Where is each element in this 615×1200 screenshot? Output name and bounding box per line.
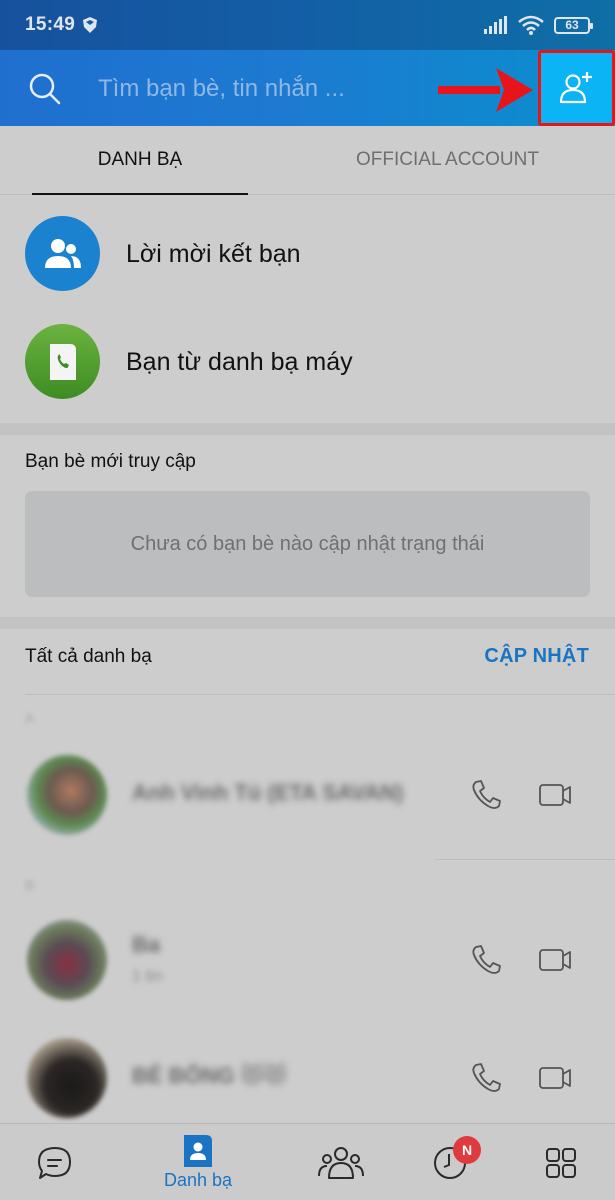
avatar [27, 755, 107, 835]
status-bar: 15:49 63 [0, 0, 615, 50]
nav-contacts-label: Danh bạ [163, 1169, 233, 1190]
tab-bar: DANH BẠ OFFICIAL ACCOUNT [0, 126, 615, 195]
recent-friends-empty-state: Chưa có bạn bè nào cập nhật trạng thái [25, 491, 590, 597]
nav-timeline[interactable]: N [405, 1124, 495, 1200]
search-header [0, 50, 615, 126]
all-contacts-title: Tất cả danh bạ [25, 646, 152, 667]
active-tab-indicator [32, 193, 248, 195]
phone-contacts-row[interactable]: Bạn từ danh bạ máy [0, 308, 615, 416]
grid-icon [546, 1147, 576, 1178]
phone-call-icon[interactable] [470, 943, 504, 977]
nav-contacts[interactable]: Danh bạ [153, 1124, 243, 1200]
tab-official-account[interactable]: OFFICIAL ACCOUNT [280, 126, 615, 194]
contact-status: 1 tin [132, 968, 163, 985]
nav-more[interactable] [516, 1124, 606, 1200]
phone-contacts-label: Bạn từ danh bạ máy [126, 347, 353, 376]
divider [435, 859, 615, 860]
group-letter: B [25, 877, 35, 893]
tab-contacts-label: DANH BẠ [97, 149, 183, 170]
tab-official-account-label: OFFICIAL ACCOUNT [356, 149, 539, 170]
friend-requests-label: Lời mời kết bạn [126, 239, 301, 268]
search-icon[interactable] [28, 72, 62, 106]
status-time: 15:49 [25, 14, 76, 35]
divider [25, 694, 615, 695]
group-icon [318, 1146, 364, 1179]
bottom-navigation: Danh bạ N [0, 1123, 615, 1200]
video-call-icon[interactable] [537, 943, 575, 977]
empty-state-text: Chưa có bạn bè nào cập nhật trạng thái [130, 532, 485, 555]
add-friend-button[interactable] [538, 50, 615, 126]
red-arrow-annotation [438, 68, 533, 112]
phone-call-icon[interactable] [470, 778, 504, 812]
avatar [27, 920, 107, 1000]
contact-row[interactable]: Anh Vinh Tú (ETA SAVAN) [0, 745, 615, 845]
nav-messages[interactable] [10, 1124, 100, 1200]
add-user-icon [559, 72, 592, 104]
section-divider [0, 617, 615, 629]
chat-bubble-icon [38, 1146, 71, 1179]
video-call-icon[interactable] [537, 778, 575, 812]
friend-requests-row[interactable]: Lời mời kết bạn [0, 200, 615, 308]
recent-friends-title: Bạn bè mới truy cập [25, 451, 196, 472]
video-call-icon[interactable] [537, 1061, 575, 1095]
notification-badge: N [453, 1136, 481, 1164]
phone-call-icon[interactable] [470, 1061, 504, 1095]
phonebook-icon [25, 324, 100, 399]
update-contacts-button[interactable]: CẬP NHẬT [484, 645, 589, 668]
contact-row[interactable]: Ba 1 tin [0, 910, 615, 1010]
signal-icon [484, 16, 507, 34]
contact-row[interactable]: BÉ BỐNG 😻😻 [0, 1028, 615, 1128]
wifi-icon [518, 15, 544, 35]
tab-contacts[interactable]: DANH BẠ [0, 126, 280, 195]
contacts-book-icon [184, 1134, 212, 1167]
section-divider [0, 423, 615, 435]
search-input[interactable] [98, 70, 398, 108]
contact-name: Ba [132, 932, 161, 957]
shield-icon [83, 17, 98, 33]
avatar [27, 1038, 107, 1118]
contact-name: BÉ BỐNG 😻😻 [132, 1063, 287, 1088]
friends-icon [25, 216, 100, 291]
group-letter: A [25, 710, 35, 726]
battery-indicator: 63 [554, 16, 593, 34]
nav-groups[interactable] [296, 1124, 386, 1200]
contact-name: Anh Vinh Tú (ETA SAVAN) [132, 780, 404, 805]
